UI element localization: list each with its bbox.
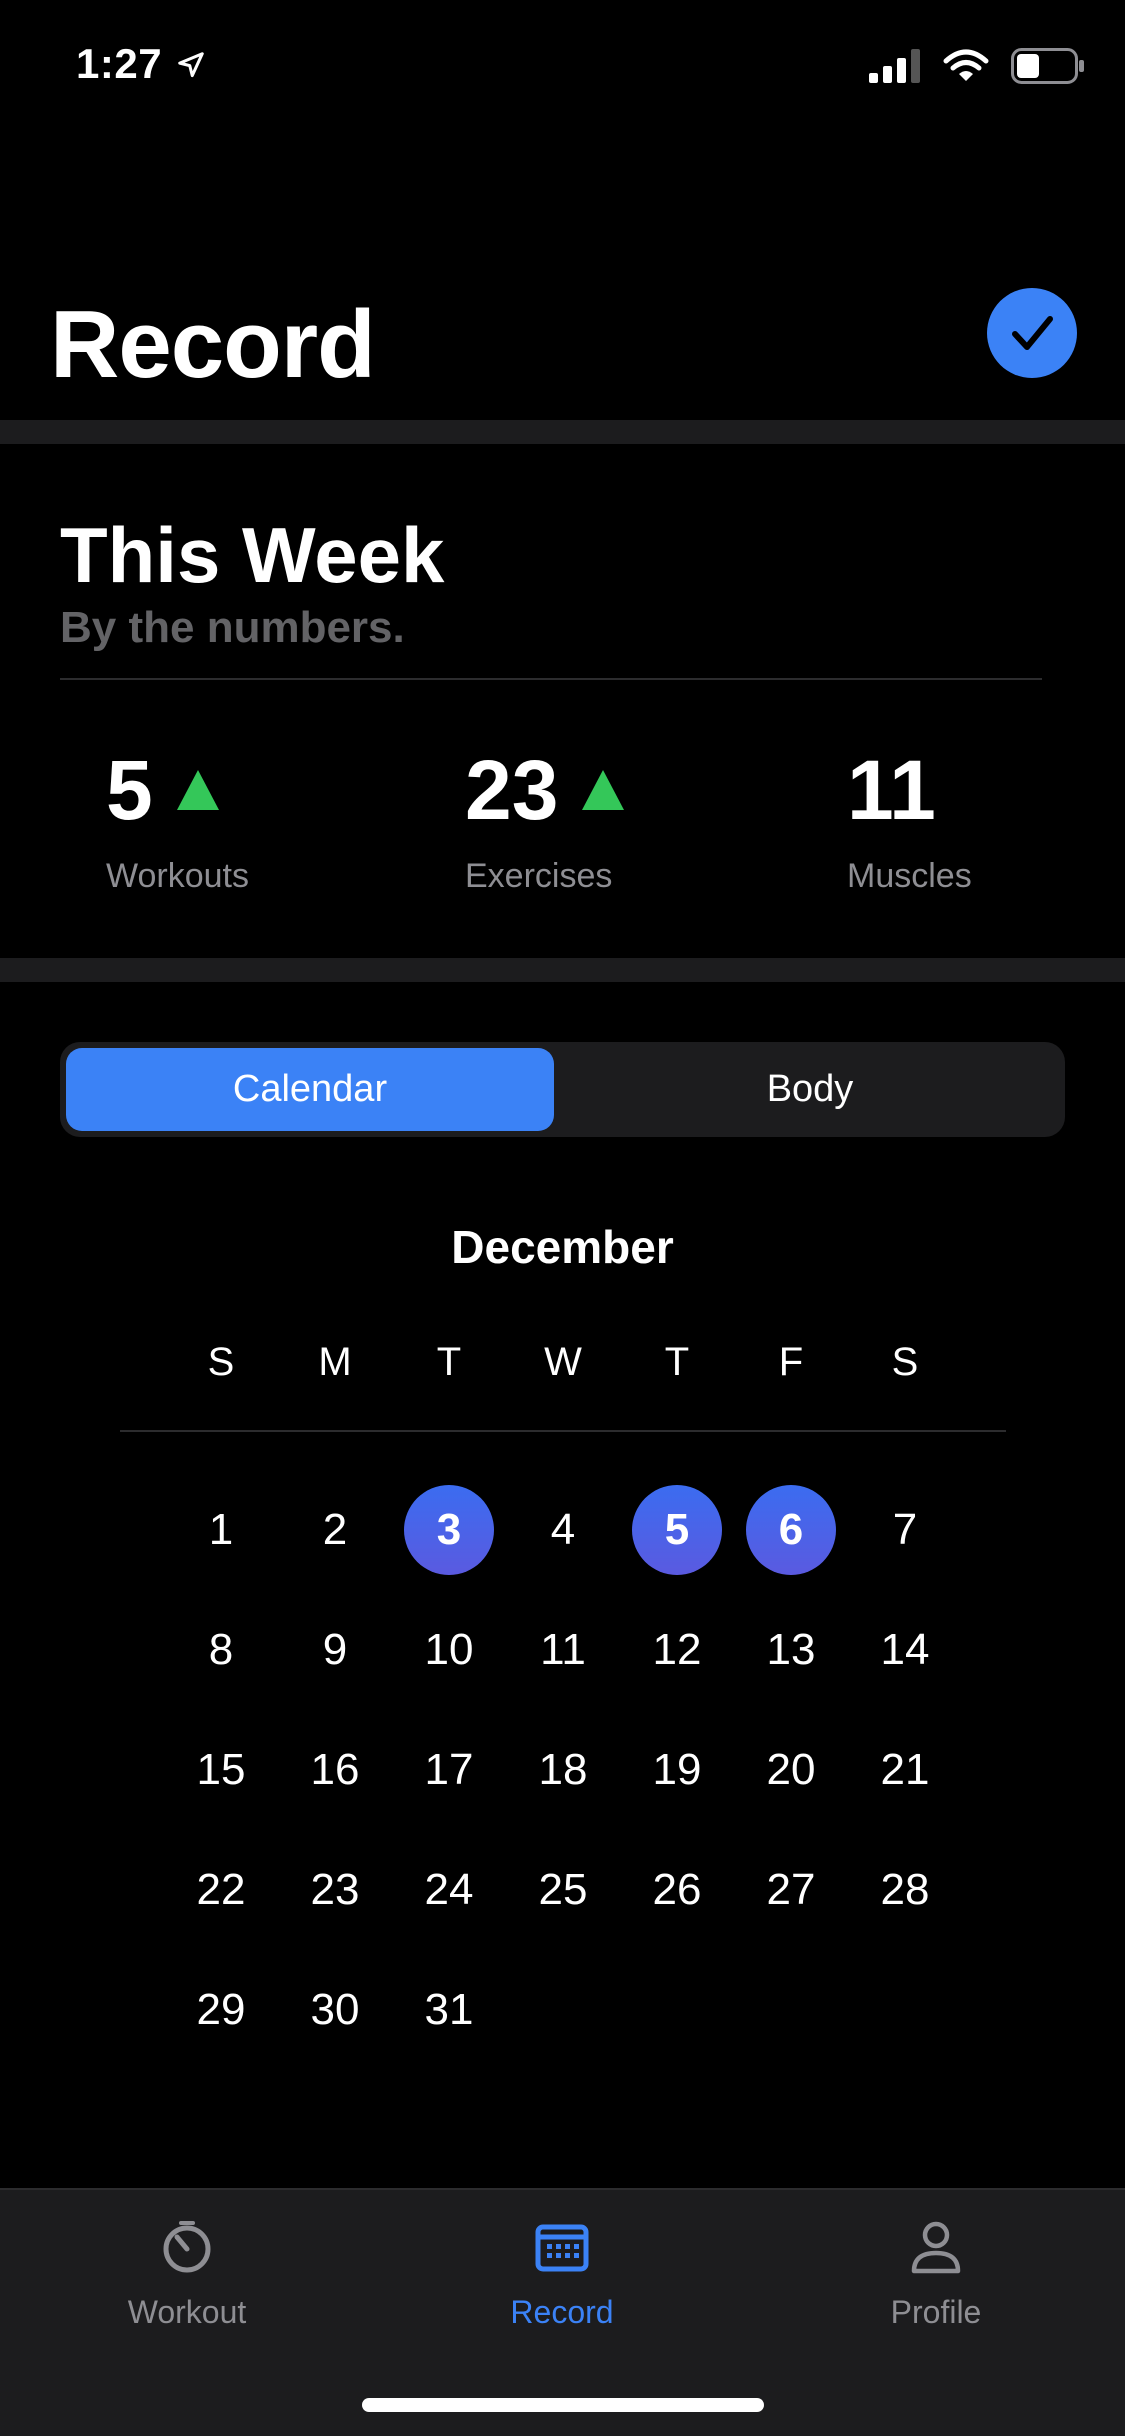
stat-value: 11: [847, 743, 936, 837]
calendar-icon: [535, 2224, 589, 2272]
cellular-signal-icon: [869, 49, 920, 83]
summary-title: This Week: [60, 511, 445, 599]
stat-label: Muscles: [847, 857, 972, 895]
stat-label: Workouts: [106, 857, 249, 895]
calendar-day[interactable]: 12: [632, 1605, 722, 1695]
segment-body[interactable]: Body: [560, 1048, 1060, 1131]
calendar-day[interactable]: 7: [860, 1485, 950, 1575]
stat-muscles: 11 Muscles: [847, 745, 972, 896]
calendar-day[interactable]: 16: [290, 1725, 380, 1815]
calendar-day[interactable]: 11: [518, 1605, 608, 1695]
stat-value: 23: [465, 743, 559, 837]
calendar-day[interactable]: 28: [860, 1845, 950, 1935]
calendar-day[interactable]: 13: [746, 1605, 836, 1695]
confirm-button[interactable]: [987, 288, 1077, 378]
calendar-day[interactable]: 1: [176, 1485, 266, 1575]
calendar-day-workout[interactable]: 5: [632, 1485, 722, 1575]
stat-value: 5: [106, 743, 153, 837]
calendar-day[interactable]: 27: [746, 1845, 836, 1935]
tab-workout[interactable]: Workout: [67, 2214, 307, 2331]
calendar-day[interactable]: 22: [176, 1845, 266, 1935]
calendar-day[interactable]: 20: [746, 1725, 836, 1815]
calendar-day[interactable]: 18: [518, 1725, 608, 1815]
screen: 1:27 Record This Week By the numbers. 5 …: [0, 0, 1125, 2436]
calendar-day[interactable]: 15: [176, 1725, 266, 1815]
status-bar: 1:27: [0, 0, 1125, 140]
page-title: Record: [50, 291, 376, 398]
tab-label: Profile: [890, 2294, 982, 2330]
trend-up-icon: [582, 770, 625, 810]
stopwatch-icon: [163, 2221, 211, 2273]
location-arrow-icon: [178, 52, 204, 78]
home-indicator: [362, 2398, 764, 2412]
person-icon: [911, 2221, 961, 2274]
weekday-label: W: [544, 1340, 582, 1384]
calendar-day[interactable]: 19: [632, 1725, 722, 1815]
calendar-day[interactable]: 31: [404, 1965, 494, 2055]
status-icons: [869, 48, 1085, 84]
weekday-label: M: [318, 1340, 352, 1384]
tab-profile[interactable]: Profile: [816, 2214, 1056, 2331]
tab-label: Record: [510, 2294, 614, 2330]
calendar-day[interactable]: 23: [290, 1845, 380, 1935]
summary-divider: [60, 678, 1042, 680]
stat-exercises: 23 Exercises: [465, 743, 625, 896]
calendar-divider: [120, 1430, 1006, 1432]
calendar-day[interactable]: 21: [860, 1725, 950, 1815]
view-segmented-control: Calendar Body: [60, 1042, 1065, 1137]
weekday-label: F: [778, 1340, 804, 1384]
trend-up-icon: [176, 770, 219, 810]
weekday-label: T: [436, 1340, 462, 1384]
status-time: 1:27: [76, 40, 163, 87]
weekday-label: S: [207, 1340, 235, 1384]
calendar-month: December: [451, 1221, 674, 1273]
calendar-day[interactable]: 29: [176, 1965, 266, 2055]
calendar-day[interactable]: 24: [404, 1845, 494, 1935]
segment-calendar[interactable]: Calendar: [66, 1048, 554, 1131]
calendar-day[interactable]: 4: [518, 1485, 608, 1575]
battery-icon: [1011, 48, 1084, 84]
calendar-day[interactable]: 14: [860, 1605, 950, 1695]
calendar-day[interactable]: 9: [290, 1605, 380, 1695]
calendar-day[interactable]: 10: [404, 1605, 494, 1695]
calendar-day[interactable]: 17: [404, 1725, 494, 1815]
summary-subtitle: By the numbers.: [60, 603, 405, 652]
calendar-day[interactable]: 26: [632, 1845, 722, 1935]
section-divider: [0, 420, 1125, 444]
calendar-day-workout[interactable]: 6: [746, 1485, 836, 1575]
section-divider: [0, 958, 1125, 982]
checkmark-icon: [1012, 316, 1053, 350]
stat-workouts: 5 Workouts: [106, 745, 249, 896]
calendar-day[interactable]: 30: [290, 1965, 380, 2055]
weekday-label: S: [891, 1340, 919, 1384]
calendar-day-workout[interactable]: 3: [404, 1485, 494, 1575]
calendar-day[interactable]: 8: [176, 1605, 266, 1695]
tab-label: Workout: [127, 2294, 247, 2330]
wifi-icon: [943, 49, 989, 81]
tab-record[interactable]: Record: [442, 2214, 682, 2331]
calendar-day[interactable]: 2: [290, 1485, 380, 1575]
stat-label: Exercises: [465, 857, 613, 895]
calendar-day[interactable]: 25: [518, 1845, 608, 1935]
weekday-label: T: [664, 1340, 690, 1384]
